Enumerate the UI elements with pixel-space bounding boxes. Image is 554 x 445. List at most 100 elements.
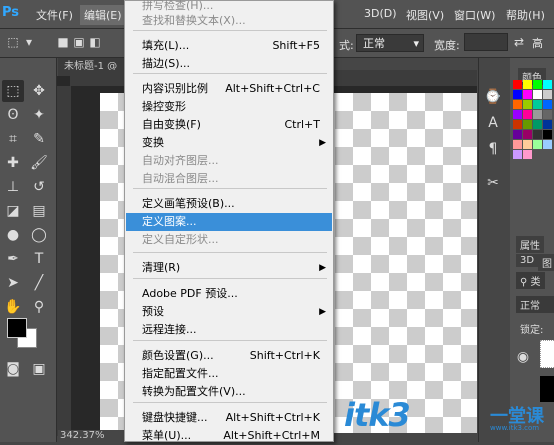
hand-tool-icon[interactable]: ✋ bbox=[2, 296, 24, 318]
edit-menu-item[interactable]: 变换 ▶ bbox=[126, 134, 332, 152]
layer-thumbnail[interactable] bbox=[540, 340, 554, 368]
menu-window[interactable]: 窗口(W) bbox=[454, 7, 495, 23]
color-swatch[interactable] bbox=[533, 120, 542, 129]
edit-menu-item[interactable]: 自由变换(F) Ctrl+T bbox=[126, 116, 332, 134]
paragraph-icon[interactable]: ¶ bbox=[482, 138, 504, 160]
menu-view[interactable]: 视图(V) bbox=[406, 7, 444, 23]
color-swatch[interactable] bbox=[523, 90, 532, 99]
eraser-tool-icon[interactable]: ◪ bbox=[2, 200, 24, 222]
marquee-icon[interactable]: ⬚ bbox=[6, 35, 20, 49]
color-swatch[interactable] bbox=[523, 110, 532, 119]
edit-menu-item[interactable]: 定义画笔预设(B)... bbox=[126, 195, 332, 213]
add-selection-icon[interactable]: ▣ bbox=[72, 35, 86, 49]
color-swatch[interactable] bbox=[513, 90, 522, 99]
chevron-down-icon[interactable]: ▾ bbox=[22, 35, 36, 49]
edit-menu-item[interactable]: 填充(L)... Shift+F5 bbox=[126, 37, 332, 55]
color-swatch[interactable] bbox=[543, 90, 552, 99]
edit-menu-item[interactable]: 菜单(U)... Alt+Shift+Ctrl+M bbox=[126, 427, 332, 445]
history-brush-tool-icon[interactable]: ↺ bbox=[28, 176, 50, 198]
mode-select[interactable]: 正常 ▾ bbox=[356, 34, 424, 52]
blend-mode-select[interactable]: 正常 bbox=[516, 296, 554, 313]
edit-menu-item[interactable]: 清理(R) ▶ bbox=[126, 259, 332, 277]
width-input[interactable] bbox=[464, 33, 508, 51]
edit-menu-item[interactable]: 定义图案... bbox=[126, 213, 332, 231]
edit-menu-item[interactable]: 自动混合图层... bbox=[126, 170, 332, 188]
color-swatch[interactable] bbox=[543, 110, 552, 119]
subtract-selection-icon[interactable]: ◧ bbox=[88, 35, 102, 49]
color-swatch[interactable] bbox=[533, 140, 542, 149]
stamp-tool-icon[interactable]: ⊥ bbox=[2, 176, 24, 198]
screen-mode-icon[interactable]: ▣ bbox=[28, 358, 50, 380]
color-swatch[interactable] bbox=[513, 150, 522, 159]
eye-icon[interactable]: ◉ bbox=[516, 346, 530, 368]
edit-menu-item[interactable]: 定义自定形状... bbox=[126, 231, 332, 249]
color-swatch[interactable] bbox=[543, 120, 552, 129]
edit-menu-item[interactable]: 预设 ▶ bbox=[126, 303, 332, 321]
crop-tool-icon[interactable]: ⌗ bbox=[2, 128, 24, 150]
rect-marquee-tool-icon[interactable]: ⬚ bbox=[2, 80, 24, 102]
color-swatch[interactable] bbox=[513, 80, 522, 89]
menu-3d[interactable]: 3D(D) bbox=[364, 7, 397, 20]
color-swatch[interactable] bbox=[523, 140, 532, 149]
zoom-level[interactable]: 342.37% bbox=[58, 430, 130, 442]
menu-edit[interactable]: 编辑(E) bbox=[80, 5, 126, 25]
color-swatch[interactable] bbox=[543, 80, 552, 89]
history-icon[interactable]: ⌚ bbox=[482, 86, 504, 108]
eyedropper-tool-icon[interactable]: ✎ bbox=[28, 128, 50, 150]
line-tool-icon[interactable]: ╱ bbox=[28, 272, 50, 294]
lasso-tool-icon[interactable]: ʘ bbox=[2, 104, 24, 126]
character-icon[interactable]: A bbox=[482, 112, 504, 134]
healing-brush-tool-icon[interactable]: ✚ bbox=[2, 152, 24, 174]
color-swatch[interactable] bbox=[523, 150, 532, 159]
dodge-tool-icon[interactable]: ◯ bbox=[28, 224, 50, 246]
edit-menu-item[interactable]: 自动对齐图层... bbox=[126, 152, 332, 170]
color-swatch[interactable] bbox=[513, 110, 522, 119]
color-swatch[interactable] bbox=[513, 100, 522, 109]
edit-menu-item[interactable]: 查找和替换文本(X)... bbox=[126, 12, 332, 30]
edit-menu-item[interactable]: 操控变形 bbox=[126, 98, 332, 116]
edit-menu-item[interactable]: 远程连接... bbox=[126, 321, 332, 339]
color-swatch[interactable] bbox=[533, 100, 542, 109]
edit-menu-item[interactable]: 内容识别比例 Alt+Shift+Ctrl+C bbox=[126, 80, 332, 98]
color-swatch[interactable] bbox=[513, 140, 522, 149]
gradient-tool-icon[interactable]: ▤ bbox=[28, 200, 50, 222]
edit-menu-item[interactable]: 指定配置文件... bbox=[126, 365, 332, 383]
color-swatch[interactable] bbox=[543, 140, 552, 149]
menu-help[interactable]: 帮助(H) bbox=[506, 7, 545, 23]
color-swatch[interactable] bbox=[523, 130, 532, 139]
menu-file[interactable]: 文件(F) bbox=[36, 7, 73, 23]
edit-menu-item[interactable]: 描边(S)... bbox=[126, 55, 332, 73]
color-swatch[interactable] bbox=[523, 80, 532, 89]
edit-menu-item[interactable]: 颜色设置(G)... Shift+Ctrl+K bbox=[126, 347, 332, 365]
new-selection-icon[interactable]: ■ bbox=[56, 35, 70, 49]
type-tool-icon[interactable]: T bbox=[28, 248, 50, 270]
blur-tool-icon[interactable]: ● bbox=[2, 224, 24, 246]
color-swatch[interactable] bbox=[533, 90, 542, 99]
path-select-tool-icon[interactable]: ➤ bbox=[2, 272, 24, 294]
tab-3d[interactable]: 3D bbox=[516, 254, 539, 267]
edit-menu-item[interactable]: 键盘快捷键... Alt+Shift+Ctrl+K bbox=[126, 409, 332, 427]
swap-icon[interactable]: ⇄ bbox=[512, 35, 526, 49]
color-swatch[interactable] bbox=[513, 120, 522, 129]
zoom-tool-icon[interactable]: ⚲ bbox=[28, 296, 50, 318]
edit-menu-item[interactable]: 转换为配置文件(V)... bbox=[126, 383, 332, 401]
tools-settings-icon[interactable]: ✂ bbox=[482, 172, 504, 194]
pen-tool-icon[interactable]: ✒ bbox=[2, 248, 24, 270]
color-swatch[interactable] bbox=[513, 130, 522, 139]
tab-layers[interactable]: 图 bbox=[538, 254, 554, 271]
move-tool-icon[interactable]: ✥ bbox=[28, 80, 50, 102]
color-swatch[interactable] bbox=[533, 130, 542, 139]
edit-menu-item[interactable]: Adobe PDF 预设... bbox=[126, 285, 332, 303]
brush-tool-icon[interactable]: 🖌 bbox=[28, 152, 50, 174]
tab-properties[interactable]: 属性 bbox=[516, 236, 544, 253]
foreground-color-swatch[interactable] bbox=[7, 318, 27, 338]
color-swatch[interactable] bbox=[523, 100, 532, 109]
color-swatch[interactable] bbox=[523, 120, 532, 129]
layer-kind-filter[interactable]: ⚲ 类 bbox=[516, 272, 545, 289]
magic-wand-tool-icon[interactable]: ✦ bbox=[28, 104, 50, 126]
color-swatch[interactable] bbox=[533, 80, 542, 89]
color-swatch[interactable] bbox=[533, 110, 542, 119]
quick-mask-icon[interactable]: ◙ bbox=[2, 358, 24, 380]
color-swatch[interactable] bbox=[543, 100, 552, 109]
color-swatch[interactable] bbox=[543, 130, 552, 139]
